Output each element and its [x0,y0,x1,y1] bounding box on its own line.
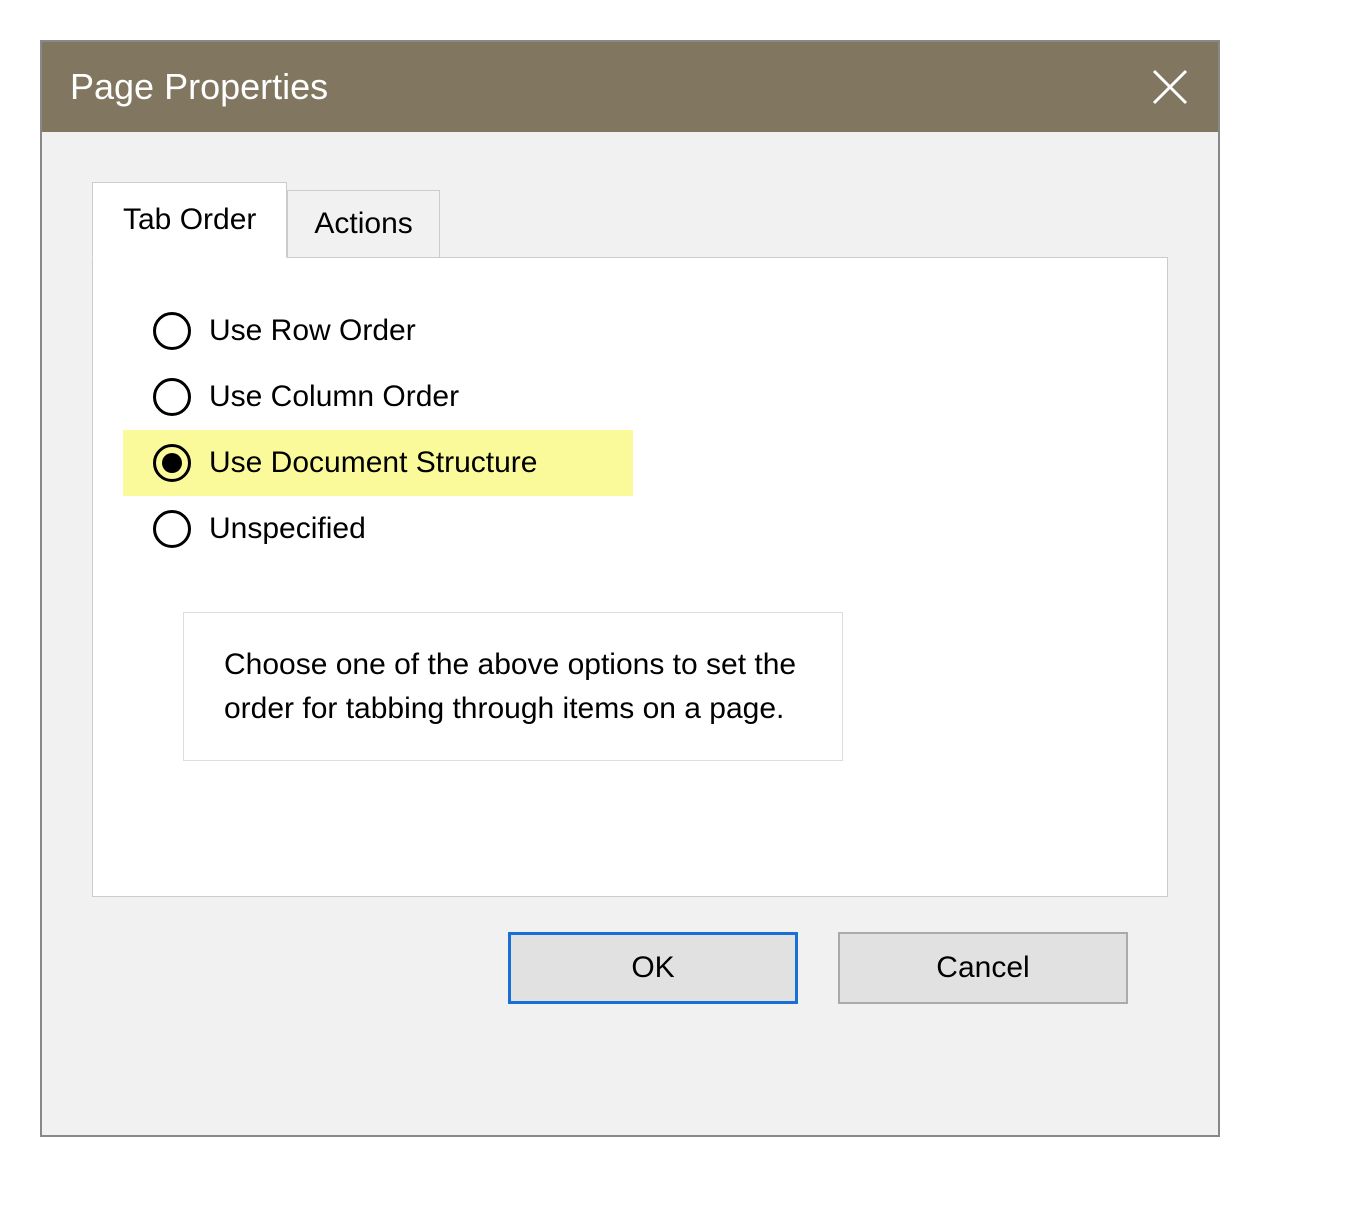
tab-strip: Tab Order Actions [92,182,1168,257]
ok-button[interactable]: OK [508,932,798,1004]
radio-unspecified[interactable]: Unspecified [123,496,1117,562]
tab-order-panel: Use Row Order Use Column Order Use Docum… [92,257,1168,897]
radio-icon [153,378,191,416]
description-text: Choose one of the above options to set t… [224,643,802,730]
close-button[interactable] [1150,67,1190,107]
dialog-title: Page Properties [70,66,328,108]
tab-actions[interactable]: Actions [287,190,439,258]
titlebar: Page Properties [42,42,1218,132]
close-icon [1150,67,1190,107]
page-properties-dialog: Page Properties Tab Order Actions Use Ro… [40,40,1220,1137]
tab-order-radio-group: Use Row Order Use Column Order Use Docum… [123,298,1117,562]
radio-label: Use Column Order [209,380,459,414]
radio-icon [153,510,191,548]
button-row: OK Cancel [92,897,1168,1039]
radio-label: Use Document Structure [209,446,537,480]
radio-label: Use Row Order [209,314,416,348]
tab-tab-order[interactable]: Tab Order [92,182,287,258]
radio-use-row-order[interactable]: Use Row Order [123,298,1117,364]
description-box: Choose one of the above options to set t… [183,612,843,761]
radio-use-column-order[interactable]: Use Column Order [123,364,1117,430]
radio-icon [153,444,191,482]
radio-use-document-structure[interactable]: Use Document Structure [123,430,633,496]
cancel-button[interactable]: Cancel [838,932,1128,1004]
dialog-body: Tab Order Actions Use Row Order Use Colu… [42,132,1218,1135]
radio-icon [153,312,191,350]
radio-label: Unspecified [209,512,366,546]
